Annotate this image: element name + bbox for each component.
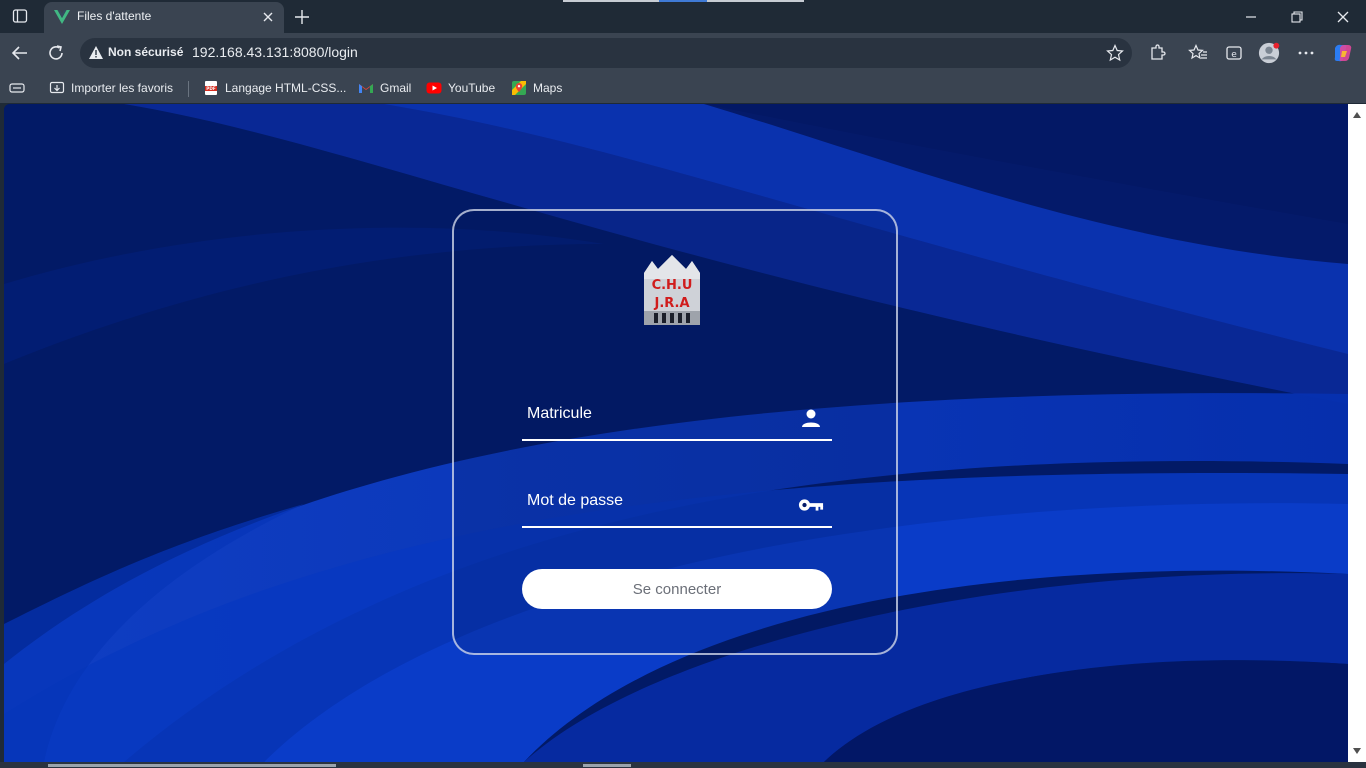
import-favorites-icon [49,80,65,96]
login-button[interactable]: Se connecter [522,569,832,609]
bookmark-gmail[interactable]: Gmail [358,79,411,97]
bookmark-import-favorites[interactable]: Importer les favoris [49,79,173,97]
gmail-icon [358,80,374,96]
bookmark-label: Gmail [380,81,412,95]
restore-icon[interactable] [1283,6,1311,28]
extensions-icon[interactable] [1146,42,1168,64]
reload-icon[interactable] [44,41,68,65]
bookmark-label: YouTube [448,81,496,95]
page-viewport: C.H.U J.R.A Matricule Mot de passe Se co… [4,104,1348,762]
matricule-input[interactable]: Matricule [527,405,592,423]
window-drag-indicator [707,0,804,2]
minimize-icon[interactable] [1237,6,1265,28]
taskbar-strip [0,762,1366,768]
maps-icon [511,80,527,96]
url-text[interactable]: 192.168.43.131:8080/login [192,44,358,60]
user-icon [798,407,824,429]
key-icon [798,494,824,516]
tab-title: Files d'attente [77,9,152,23]
window-drag-indicator [563,0,659,2]
taskbar-indicator [48,764,336,767]
window-drag-indicator-active [659,0,707,2]
svg-text:C.H.U: C.H.U [652,278,693,293]
page-scrollbar[interactable] [1348,104,1366,762]
back-icon[interactable] [8,41,32,65]
svg-text:PDF: PDF [206,86,216,91]
bookmark-label: Langage HTML-CSS... [225,81,347,95]
close-window-icon[interactable] [1329,6,1357,28]
bookmarks-separator [188,81,189,97]
security-status[interactable]: Non sécurisé [108,45,183,59]
bookmark-youtube[interactable]: YouTube [426,79,495,97]
youtube-icon [426,80,442,96]
collections-icon[interactable]: e [1223,42,1245,64]
bookmarks-menu-icon[interactable] [9,79,25,97]
svg-text:J.R.A: J.R.A [653,296,689,311]
chu-jra-logo: C.H.U J.R.A [644,255,700,325]
scroll-up-icon[interactable] [1353,112,1361,118]
pdf-icon: PDF [203,80,219,96]
vue-logo-icon [54,10,70,24]
matricule-field[interactable]: Matricule [522,401,832,441]
scroll-down-icon[interactable] [1353,748,1361,754]
taskbar-indicator [583,764,631,767]
bookmark-label: Maps [533,81,563,95]
password-field[interactable]: Mot de passe [522,488,832,528]
login-card: C.H.U J.R.A Matricule Mot de passe Se co… [452,209,898,655]
bookmark-html-css[interactable]: PDF Langage HTML-CSS... [203,79,346,97]
bookmark-label: Importer les favoris [71,81,174,95]
password-input[interactable]: Mot de passe [527,492,623,510]
bookmark-maps[interactable]: Maps [511,79,562,97]
tab-active[interactable]: Files d'attente [44,2,284,33]
more-options-icon[interactable] [1295,42,1317,64]
close-tab-icon[interactable] [260,9,276,25]
address-bar[interactable]: Non sécurisé 192.168.43.131:8080/login [80,38,1132,68]
copilot-icon[interactable] [1332,42,1354,64]
bookmarks-bar: Importer les favoris PDF Langage HTML-CS… [0,73,1366,103]
add-favorite-star-icon[interactable] [1106,44,1124,62]
tab-actions-icon[interactable] [8,5,32,27]
warning-icon [89,46,103,59]
new-tab-icon[interactable] [291,6,313,28]
favorites-icon[interactable] [1187,42,1209,64]
tab-strip: Files d'attente [0,0,1366,33]
profile-avatar-icon[interactable] [1258,42,1280,64]
browser-toolbar: Non sécurisé 192.168.43.131:8080/login e [0,33,1366,73]
svg-text:e: e [1231,50,1237,60]
